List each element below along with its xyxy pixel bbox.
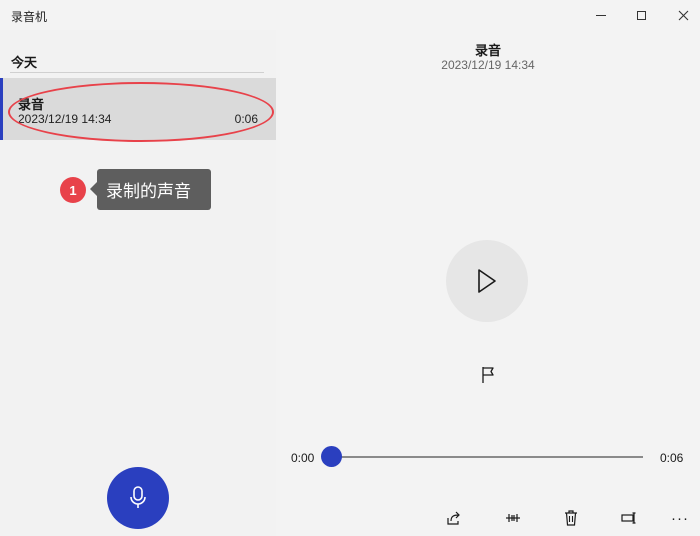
total-time: 0:06 bbox=[660, 451, 684, 465]
app-title: 录音机 bbox=[11, 10, 48, 24]
rename-icon bbox=[621, 512, 636, 524]
recording-detail-pane: 录音 2023/12/19 14:34 0:00 0:06 ··· bbox=[276, 30, 700, 536]
detail-title: 录音 bbox=[474, 43, 501, 58]
rename-button[interactable] bbox=[617, 506, 641, 530]
maximize-icon bbox=[636, 10, 646, 20]
recordings-list-pane: 今天 录音 2023/12/19 14:34 0:06 1 录制的声音 bbox=[0, 30, 276, 536]
delete-icon bbox=[565, 510, 577, 526]
annotation-number-badge: 1 bbox=[60, 177, 86, 203]
annotation-callout: 录制的声音 bbox=[90, 169, 211, 210]
recording-date: 2023/12/19 14:34 bbox=[18, 112, 112, 126]
share-button[interactable] bbox=[442, 506, 466, 530]
record-button[interactable] bbox=[107, 467, 169, 529]
detail-date: 2023/12/19 14:34 bbox=[441, 58, 535, 72]
close-icon bbox=[678, 10, 688, 20]
more-options-button[interactable]: ··· bbox=[669, 506, 691, 530]
seek-bar-thumb[interactable] bbox=[321, 446, 342, 467]
recording-name: 录音 bbox=[18, 97, 45, 112]
seek-bar-track[interactable] bbox=[332, 456, 643, 458]
section-divider bbox=[10, 72, 264, 73]
trim-icon bbox=[506, 514, 520, 522]
delete-button[interactable] bbox=[559, 506, 583, 530]
maximize-button[interactable] bbox=[618, 0, 664, 30]
recording-list-item[interactable]: 录音 2023/12/19 14:34 0:06 bbox=[0, 78, 276, 140]
selection-indicator bbox=[0, 78, 3, 140]
play-button[interactable] bbox=[446, 240, 528, 322]
play-icon bbox=[478, 269, 496, 293]
trim-button[interactable] bbox=[501, 506, 525, 530]
minimize-icon bbox=[596, 14, 606, 16]
section-header-today: 今天 bbox=[11, 55, 38, 70]
more-icon: ··· bbox=[671, 509, 689, 527]
recording-duration: 0:06 bbox=[234, 112, 258, 126]
flag-icon bbox=[482, 367, 494, 383]
share-icon bbox=[447, 511, 460, 525]
title-bar: 录音机 bbox=[0, 0, 700, 30]
microphone-icon bbox=[130, 486, 146, 508]
add-marker-button[interactable] bbox=[476, 363, 500, 387]
close-button[interactable] bbox=[660, 0, 700, 30]
current-time: 0:00 bbox=[291, 451, 315, 465]
